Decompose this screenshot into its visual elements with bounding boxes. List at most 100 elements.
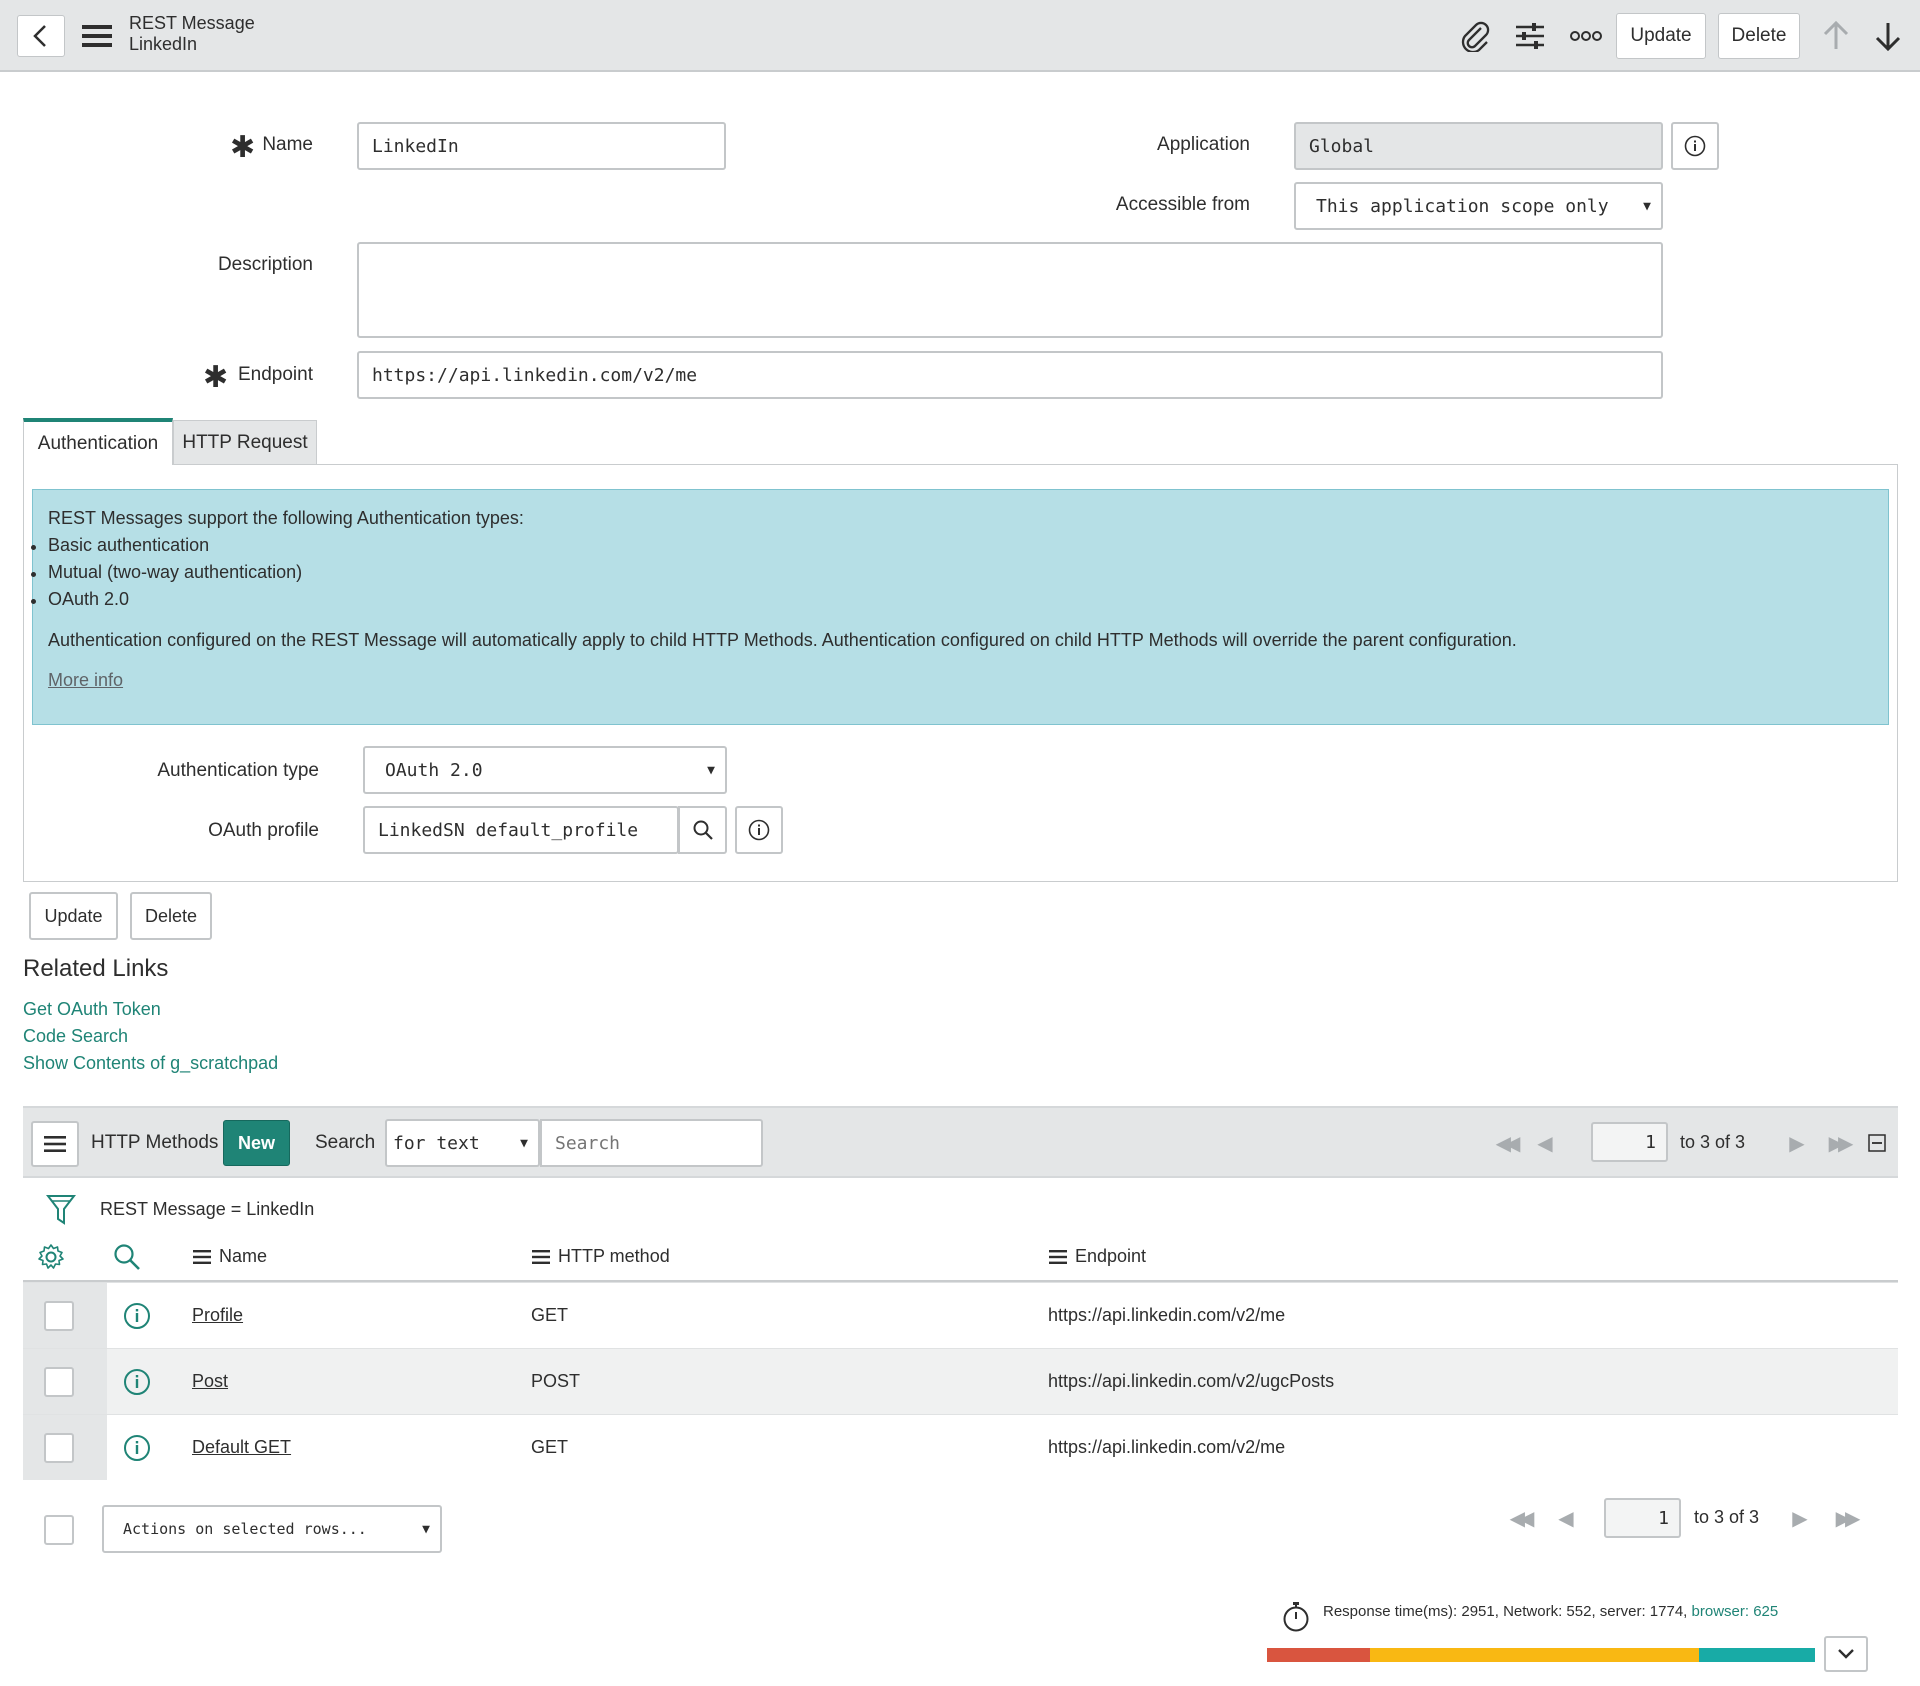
header-delete-button[interactable]: Delete (1718, 13, 1800, 59)
collapse-list-icon[interactable] (1866, 1132, 1888, 1154)
list-search-input[interactable] (540, 1119, 763, 1167)
search-field-value: for text (393, 1132, 480, 1154)
row-checkbox[interactable] (44, 1301, 74, 1331)
column-menu-icon[interactable] (193, 1249, 211, 1264)
new-button[interactable]: New (223, 1120, 290, 1166)
related-links-title: Related Links (23, 955, 169, 982)
menu-icon (44, 1136, 66, 1152)
description-field[interactable] (357, 242, 1663, 338)
last-page-icon[interactable]: ▶▶ (1826, 1503, 1864, 1533)
header-subtitle: LinkedIn (129, 34, 198, 54)
application-field: Global (1294, 122, 1663, 170)
endpoint-field[interactable]: https://api.linkedin.com/v2/me (357, 351, 1663, 399)
arrow-down-icon[interactable] (1870, 18, 1906, 54)
row-checkbox[interactable] (44, 1367, 74, 1397)
info-intro: REST Messages support the following Auth… (48, 508, 524, 528)
more-info-link[interactable]: More info (48, 670, 123, 691)
description-label: Description (217, 254, 313, 275)
row-http-method: GET (531, 1305, 569, 1325)
column-header-http-method[interactable]: HTTP method (532, 1246, 670, 1267)
accessible-from-value: This application scope only (1316, 195, 1609, 217)
column-header-endpoint[interactable]: Endpoint (1049, 1246, 1146, 1267)
browser-time-bar (1699, 1648, 1815, 1662)
expand-timing-button[interactable] (1824, 1636, 1868, 1672)
search-label: Search (315, 1132, 376, 1153)
search-field-select[interactable]: for text ▼ (385, 1119, 540, 1167)
column-header-label: HTTP method (558, 1246, 670, 1266)
list-title: HTTP Methods (91, 1132, 219, 1153)
server-time-bar (1370, 1648, 1699, 1662)
row-name-link[interactable]: Profile (192, 1283, 243, 1348)
actions-on-selected-value: Actions on selected rows... (123, 1520, 367, 1538)
header-update-button[interactable]: Update (1616, 13, 1706, 59)
first-page-icon[interactable]: ◀◀ (1500, 1503, 1538, 1533)
info-icon[interactable] (122, 1367, 152, 1397)
back-button[interactable] (17, 15, 65, 57)
column-header-name[interactable]: Name (193, 1246, 267, 1267)
row-endpoint: https://api.linkedin.com/v2/ugcPosts (1048, 1371, 1335, 1391)
name-field[interactable]: LinkedIn (357, 122, 726, 170)
network-time-bar (1267, 1648, 1370, 1662)
oauth-profile-info-button[interactable] (735, 806, 783, 854)
info-list-item: OAuth 2.0 (31, 589, 129, 610)
more-options-icon[interactable] (1568, 22, 1604, 50)
last-page-icon[interactable]: ▶▶ (1819, 1128, 1857, 1158)
first-page-icon[interactable]: ◀◀ (1486, 1128, 1524, 1158)
show-scratchpad-link[interactable]: Show Contents of g_scratchpad (23, 1053, 278, 1074)
http-methods-list-header: HTTP Methods New Search for text ▼ ◀◀ ◀ … (23, 1106, 1898, 1178)
delete-button[interactable]: Delete (130, 892, 212, 940)
tab-http-request[interactable]: HTTP Request (173, 420, 317, 465)
search-icon[interactable] (112, 1242, 142, 1272)
dropdown-arrow-icon: ▼ (422, 1521, 430, 1537)
authentication-type-select[interactable]: OAuth 2.0 ▼ (363, 746, 727, 794)
oauth-profile-field[interactable]: LinkedSN default_profile (363, 806, 679, 854)
bottom-page-number-input[interactable]: 1 (1604, 1498, 1681, 1538)
info-list-item: Basic authentication (31, 535, 209, 556)
list-menu-button[interactable] (31, 1121, 79, 1167)
get-oauth-token-link[interactable]: Get OAuth Token (23, 999, 161, 1020)
code-search-link[interactable]: Code Search (23, 1026, 128, 1047)
paperclip-icon[interactable] (1455, 18, 1495, 54)
row-name-link[interactable]: Default GET (192, 1415, 291, 1480)
row-name-link[interactable]: Post (192, 1349, 228, 1414)
tab-authentication[interactable]: Authentication (23, 418, 173, 465)
actions-on-selected-select[interactable]: Actions on selected rows... ▼ (102, 1505, 442, 1553)
bottom-page-range: to 3 of 3 (1694, 1507, 1760, 1527)
authentication-info-message: REST Messages support the following Auth… (31, 489, 1889, 725)
filter-condition[interactable]: REST Message = LinkedIn (100, 1199, 314, 1220)
info-icon (748, 819, 770, 841)
select-all-checkbox[interactable] (44, 1515, 74, 1545)
gear-icon[interactable] (36, 1242, 66, 1272)
update-button[interactable]: Update (29, 892, 118, 940)
row-checkbox[interactable] (44, 1433, 74, 1463)
accessible-from-select[interactable]: This application scope only ▼ (1294, 182, 1663, 230)
settings-sliders-icon[interactable] (1512, 18, 1548, 54)
endpoint-label: Endpoint (237, 364, 313, 385)
table-row: Post POST https://api.linkedin.com/v2/ug… (23, 1348, 1898, 1414)
authentication-type-value: OAuth 2.0 (385, 759, 483, 781)
column-menu-icon[interactable] (1049, 1249, 1067, 1264)
tab-http-request-label: HTTP Request (182, 432, 308, 453)
page-number-input[interactable]: 1 (1591, 1122, 1668, 1162)
column-menu-icon[interactable] (532, 1249, 550, 1264)
next-page-icon[interactable]: ▶ (1786, 1503, 1814, 1533)
filter-icon[interactable] (44, 1192, 78, 1228)
chevron-left-icon (33, 25, 46, 47)
name-label: Name (262, 134, 313, 155)
next-page-icon[interactable]: ▶ (1783, 1128, 1811, 1158)
oauth-profile-lookup-button[interactable] (678, 806, 727, 854)
column-header-label: Name (219, 1246, 268, 1266)
stopwatch-icon[interactable] (1280, 1600, 1312, 1634)
menu-icon[interactable] (80, 20, 114, 52)
arrow-up-icon[interactable] (1818, 18, 1854, 54)
accessible-from-label: Accessible from (1115, 194, 1250, 215)
info-icon[interactable] (122, 1433, 152, 1463)
authentication-type-label: Authentication type (157, 760, 319, 781)
browser-time-link[interactable]: browser: 625 (1692, 1603, 1779, 1620)
previous-page-icon[interactable]: ◀ (1552, 1503, 1580, 1533)
oauth-profile-label: OAuth profile (208, 820, 319, 841)
previous-page-icon[interactable]: ◀ (1531, 1128, 1559, 1158)
application-label: Application (1157, 134, 1250, 155)
application-info-button[interactable] (1671, 122, 1719, 170)
info-icon[interactable] (122, 1301, 152, 1331)
